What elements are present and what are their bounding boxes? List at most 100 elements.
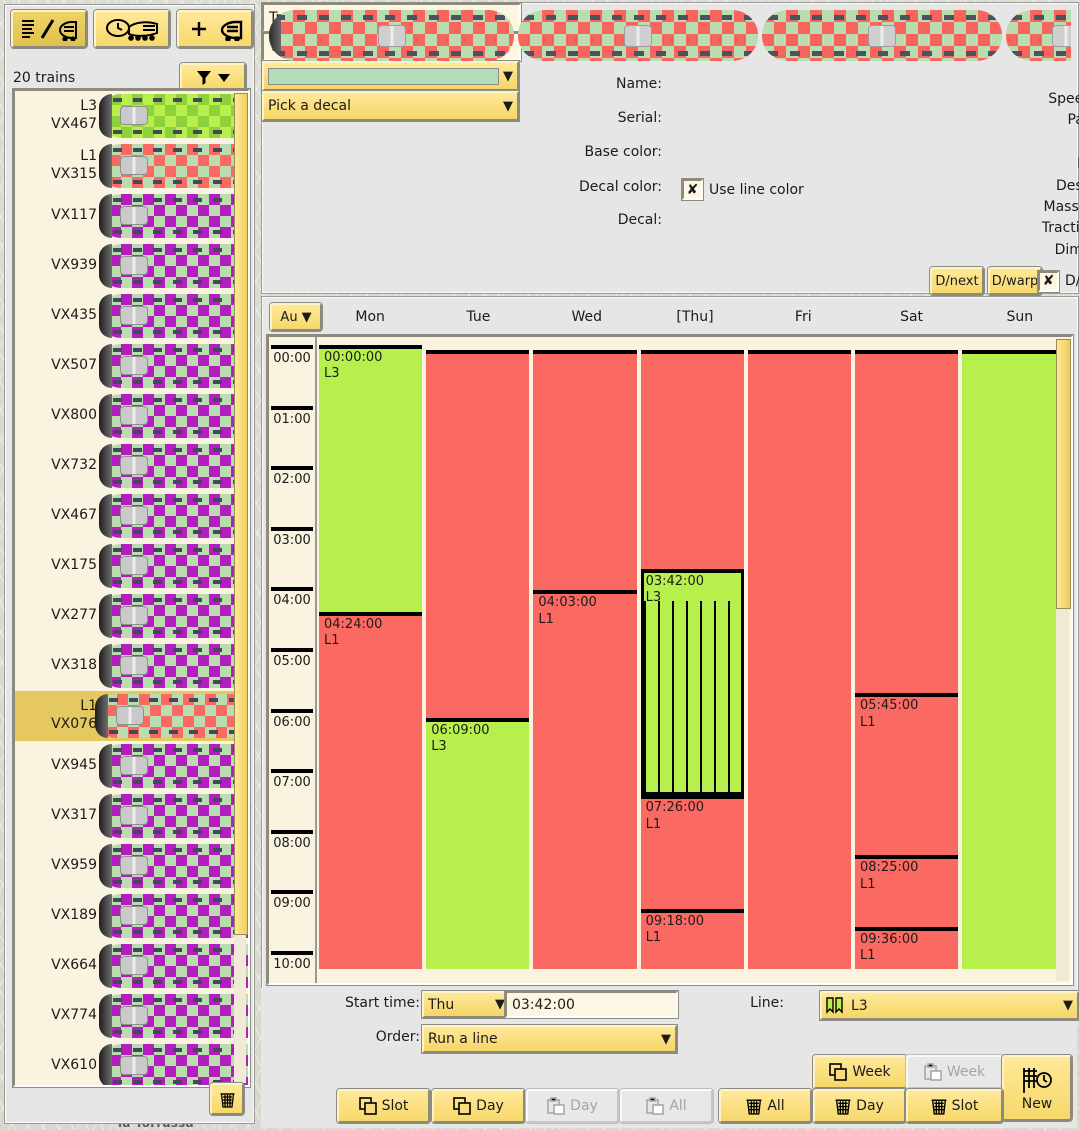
train-list-item[interactable]: VX317 (15, 791, 248, 841)
schedule-slot[interactable] (533, 349, 637, 591)
schedule-slot[interactable] (962, 349, 1066, 970)
filter-sort-button[interactable] (180, 63, 246, 92)
delete-day-button[interactable]: Day (813, 1089, 906, 1123)
order-select[interactable]: Run a line ▼ (422, 1025, 677, 1053)
train-list-item[interactable]: VX117 (15, 191, 248, 241)
debug-warp-button[interactable]: D/warp (988, 267, 1042, 295)
train-list-item[interactable]: VX467 (15, 491, 248, 541)
copy-slot-button[interactable]: Slot (337, 1089, 430, 1123)
schedule-train-tool[interactable] (94, 10, 170, 48)
delete-train-button[interactable] (210, 1083, 244, 1115)
base-color-picker[interactable]: ▼ (262, 61, 519, 91)
train-list-item[interactable]: L1 VX315 (15, 141, 248, 191)
new-slot-button[interactable]: New (1002, 1055, 1072, 1121)
train-window-band (113, 980, 248, 984)
train-list-item[interactable]: VX507 (15, 341, 248, 391)
train-list-item[interactable]: VX318 (15, 641, 248, 691)
train-window-band (113, 748, 248, 752)
train-list-item[interactable]: VX800 (15, 391, 248, 441)
day-column-tue[interactable]: 06:09:00 L3 (426, 337, 530, 983)
schedule-slot[interactable]: 08:25:00 L1 (855, 855, 959, 927)
decal-color-label: Decal color: (579, 179, 662, 195)
schedule-slot[interactable] (640, 349, 744, 570)
train-list-scrollbar[interactable] (234, 93, 248, 1083)
train-list-item[interactable]: VX189 (15, 891, 248, 941)
day-header-sat[interactable]: Sat (857, 309, 965, 325)
train-list-item[interactable]: VX945 (15, 741, 248, 791)
schedule-slot[interactable] (426, 349, 530, 718)
train-list[interactable]: L3 VX467 L1 VX315 VX117 VX939 VX435 VX507 VX800 V… (13, 89, 250, 1087)
schedule-slot[interactable] (747, 349, 851, 970)
slot-divider (319, 345, 423, 349)
day-column-fri[interactable] (747, 337, 851, 983)
use-line-color-checkbox[interactable]: ✘ (682, 179, 703, 200)
schedule-slot[interactable]: 03:42:00 L3 (640, 569, 744, 796)
schedule-slot[interactable]: 04:24:00 L1 (319, 611, 423, 970)
day-column-sat[interactable]: 05:45:00 L1 08:25:00 L1 09:36:00 L1 (855, 337, 959, 983)
copy-icon (829, 1063, 848, 1081)
debug-next-button[interactable]: D/next (930, 267, 984, 295)
train-serial-label: VX277 (51, 607, 97, 624)
slot-divider (640, 908, 744, 913)
trash-icon (746, 1099, 762, 1115)
copy-week-button[interactable]: Week (813, 1055, 907, 1089)
train-list-item[interactable]: VX175 (15, 541, 248, 591)
delete-slot-button[interactable]: Slot (906, 1089, 1003, 1123)
start-day-select[interactable]: Thu ▼ (422, 991, 511, 1018)
add-train-tool[interactable] (177, 10, 253, 48)
schedule-grid[interactable]: 00:00 01:00 02:00 03:00 04:00 05:00 06:00 07:00… (267, 335, 1073, 985)
decal-picker[interactable]: Pick a decal ▼ (262, 91, 519, 121)
schedule-slot[interactable]: 05:45:00 L1 (855, 693, 959, 856)
schedule-slot[interactable]: 09:36:00 L1 (855, 926, 959, 970)
time-axis: 00:00 01:00 02:00 03:00 04:00 05:00 06:00 07:00… (269, 337, 317, 983)
train-list-item[interactable]: VX774 (15, 991, 248, 1041)
copy-day-button[interactable]: Day (432, 1089, 525, 1123)
slot-label: 06:09:00 L3 (431, 723, 489, 756)
edit-train-tool[interactable] (11, 10, 87, 48)
delete-all-button[interactable]: All (719, 1089, 812, 1123)
train-list-item[interactable]: VX435 (15, 291, 248, 341)
schedule-slot[interactable]: 04:03:00 L1 (533, 590, 637, 970)
day-header-fri[interactable]: Fri (749, 309, 857, 325)
train-list-item[interactable]: VX959 (15, 841, 248, 891)
debug-eng-checkbox[interactable]: ✘ (1038, 270, 1059, 292)
day-header-wed[interactable]: Wed (533, 309, 641, 325)
day-column-thu[interactable]: 03:42:00 L3 07:26:00 L1 09:18:00 L1 (640, 337, 744, 983)
train-list-item[interactable]: VX939 (15, 241, 248, 291)
hour-tick (271, 466, 313, 471)
hour-tick (271, 345, 313, 349)
train-window-band (275, 51, 508, 56)
train-edit-icon (22, 19, 77, 41)
schedule-slot[interactable]: 06:09:00 L3 (426, 717, 530, 970)
train-list-scroll-thumb[interactable] (234, 93, 248, 935)
line-select[interactable]: L3 ▼ (820, 991, 1079, 1020)
day-column-sun[interactable] (962, 337, 1066, 983)
schedule-slot[interactable] (855, 349, 959, 694)
train-nose (99, 744, 112, 788)
train-list-item[interactable]: L1 VX076 (15, 691, 248, 741)
train-list-item[interactable]: VX664 (15, 941, 248, 991)
schedule-slot[interactable]: 07:26:00 L1 (640, 795, 744, 909)
day-header-thu[interactable]: [Thu] (641, 309, 749, 325)
day-header-sun[interactable]: Sun (966, 309, 1074, 325)
train-list-item[interactable]: VX732 (15, 441, 248, 491)
day-header-mon[interactable]: Mon (316, 309, 424, 325)
train-list-item[interactable]: L3 VX467 (15, 91, 248, 141)
day-header-tue[interactable]: Tue (424, 309, 532, 325)
schedule-scrollbar[interactable] (1056, 339, 1071, 981)
train-serial-label: VX774 (51, 1007, 97, 1024)
day-column-wed[interactable]: 04:03:00 L1 (533, 337, 637, 983)
train-car (269, 10, 514, 61)
schedule-scroll-thumb[interactable] (1056, 339, 1071, 609)
train-list-item-caption: L1 VX315 (15, 148, 103, 184)
schedule-slot[interactable]: 09:18:00 L1 (640, 908, 744, 970)
start-time-input[interactable]: 03:42:00 (505, 991, 678, 1018)
schedule-slot[interactable]: 00:00:00 L3 (319, 345, 423, 612)
day-column-mon[interactable]: 00:00:00 L3 04:24:00 L1 (319, 337, 423, 983)
train-list-item[interactable]: VX610 (15, 1041, 248, 1085)
slot-label: 04:03:00 L1 (538, 595, 596, 628)
hour-label: 01:00 (273, 411, 311, 427)
train-window-band (113, 780, 248, 784)
auto-mode-button[interactable]: Au ▼ (270, 303, 322, 331)
train-list-item[interactable]: VX277 (15, 591, 248, 641)
